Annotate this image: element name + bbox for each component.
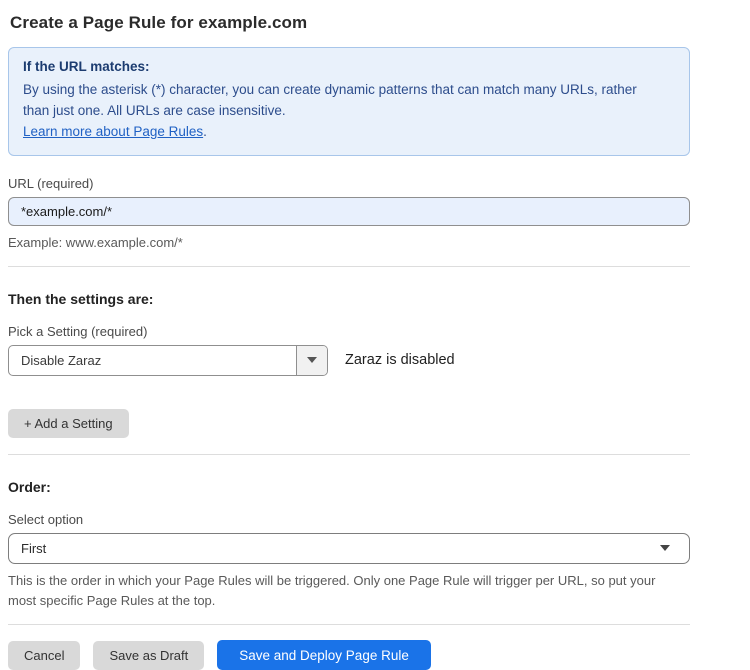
divider — [8, 624, 690, 625]
setting-select-arrow-button[interactable] — [296, 346, 327, 375]
order-select-value: First — [21, 541, 46, 556]
save-and-deploy-button[interactable]: Save and Deploy Page Rule — [217, 640, 431, 670]
url-input[interactable] — [8, 197, 690, 226]
setting-status-text: Zaraz is disabled — [345, 352, 455, 368]
order-help-text: This is the order in which your Page Rul… — [8, 571, 684, 611]
divider — [8, 266, 690, 267]
settings-section-heading: Then the settings are: — [8, 291, 690, 307]
link-suffix-period: . — [203, 124, 207, 139]
form-actions: Cancel Save as Draft Save and Deploy Pag… — [8, 640, 690, 670]
setting-select-value: Disable Zaraz — [9, 353, 101, 368]
setting-select[interactable]: Disable Zaraz — [8, 345, 328, 376]
page-rule-form: Create a Page Rule for example.com If th… — [0, 0, 750, 670]
url-match-info-box: If the URL matches: By using the asteris… — [8, 47, 690, 156]
info-box-body: By using the asterisk (*) character, you… — [23, 80, 663, 122]
url-example-hint: Example: www.example.com/* — [8, 233, 690, 253]
cancel-button[interactable]: Cancel — [8, 641, 80, 670]
chevron-down-icon — [307, 357, 317, 363]
setting-row: Disable Zaraz Zaraz is disabled — [8, 345, 690, 376]
order-select-label: Select option — [8, 512, 690, 527]
url-field-label: URL (required) — [8, 176, 690, 191]
info-box-heading: If the URL matches: — [23, 59, 675, 74]
info-box-link-line: Learn more about Page Rules. — [23, 122, 675, 143]
add-setting-button[interactable]: + Add a Setting — [8, 409, 129, 438]
order-select[interactable]: First — [8, 533, 690, 564]
page-title: Create a Page Rule for example.com — [10, 13, 690, 33]
order-section-heading: Order: — [8, 479, 690, 495]
divider — [8, 454, 690, 455]
learn-more-page-rules-link[interactable]: Learn more about Page Rules — [23, 124, 203, 139]
setting-picker-label: Pick a Setting (required) — [8, 324, 690, 339]
save-as-draft-button[interactable]: Save as Draft — [93, 641, 204, 670]
chevron-down-icon — [660, 545, 670, 551]
